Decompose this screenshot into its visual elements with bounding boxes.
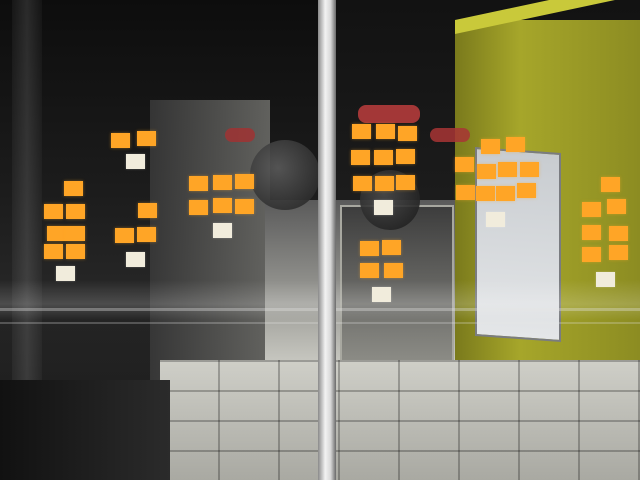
sticky-note xyxy=(517,183,536,198)
sticky-note xyxy=(351,150,370,165)
sticky-note xyxy=(609,245,628,260)
sticky-note xyxy=(609,226,628,241)
sticky-note xyxy=(47,226,66,241)
sticky-note-white xyxy=(126,154,145,169)
red-object-reflection xyxy=(430,128,470,142)
sticky-note xyxy=(235,199,254,214)
sticky-note xyxy=(582,247,601,262)
sticky-note xyxy=(481,139,500,154)
sticky-note xyxy=(138,203,157,218)
sticky-note xyxy=(213,175,232,190)
sticky-note-white xyxy=(596,272,615,287)
sticky-note xyxy=(189,176,208,191)
red-object-reflection xyxy=(358,105,420,123)
sticky-note-white xyxy=(374,200,393,215)
sticky-note xyxy=(213,198,232,213)
corridor-left-wall xyxy=(150,100,270,400)
sticky-note xyxy=(66,244,85,259)
sticky-note xyxy=(582,225,601,240)
sticky-note xyxy=(456,185,475,200)
sticky-note xyxy=(235,174,254,189)
sticky-note xyxy=(375,176,394,191)
sticky-note xyxy=(506,137,525,152)
sticky-note-white xyxy=(56,266,75,281)
sticky-note xyxy=(66,204,85,219)
sticky-note xyxy=(137,131,156,146)
sticky-note xyxy=(382,240,401,255)
tiled-floor xyxy=(160,360,640,480)
sticky-note xyxy=(396,175,415,190)
ceiling-machine-reflection xyxy=(250,140,320,210)
sticky-note-white xyxy=(372,287,391,302)
sticky-note xyxy=(601,177,620,192)
sticky-note xyxy=(520,162,539,177)
sticky-note xyxy=(360,263,379,278)
sticky-note xyxy=(476,186,495,201)
sticky-note xyxy=(353,176,372,191)
sticky-note xyxy=(44,244,63,259)
sticky-note xyxy=(396,149,415,164)
sticky-note xyxy=(496,186,515,201)
sticky-note xyxy=(189,200,208,215)
sticky-note xyxy=(384,263,403,278)
sticky-note xyxy=(582,202,601,217)
sticky-note-white xyxy=(486,212,505,227)
red-object-reflection xyxy=(225,128,255,142)
sticky-note xyxy=(137,227,156,242)
photo-scene xyxy=(0,0,640,480)
sticky-note xyxy=(398,126,417,141)
window-mullion xyxy=(318,0,336,480)
sticky-note xyxy=(64,181,83,196)
sticky-note xyxy=(360,241,379,256)
sticky-note xyxy=(374,150,393,165)
sticky-note xyxy=(477,164,496,179)
sticky-note xyxy=(352,124,371,139)
sticky-note-white xyxy=(213,223,232,238)
floor-shadow xyxy=(0,380,170,480)
sticky-note xyxy=(115,228,134,243)
sticky-note xyxy=(111,133,130,148)
sticky-note xyxy=(455,157,474,172)
sticky-note-white xyxy=(126,252,145,267)
sticky-note xyxy=(66,226,85,241)
sticky-note xyxy=(498,162,517,177)
sticky-note xyxy=(607,199,626,214)
sticky-note xyxy=(376,124,395,139)
sticky-note xyxy=(44,204,63,219)
